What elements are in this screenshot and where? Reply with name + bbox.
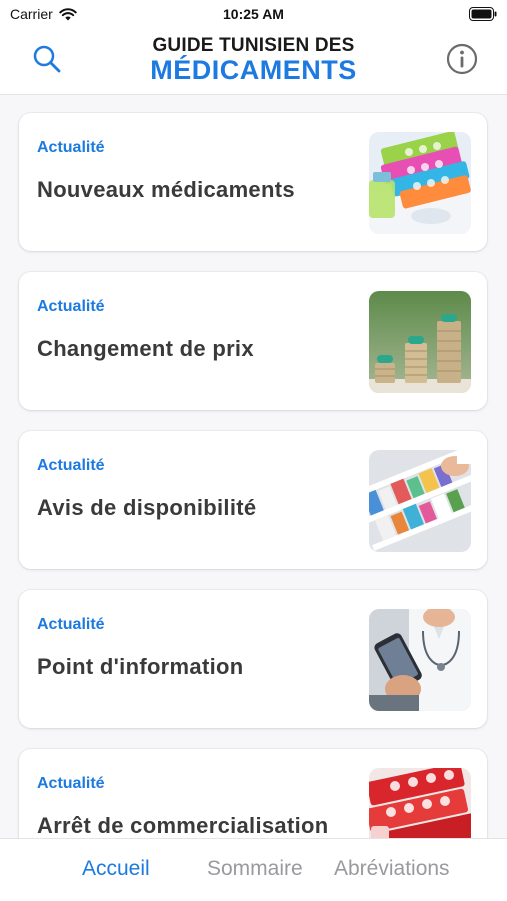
app-logo: GUIDE TUNISIEN DES MÉDICAMENTS [0, 35, 507, 85]
card-category: Actualité [37, 616, 105, 633]
card-thumbnail [369, 291, 471, 393]
news-card[interactable]: Actualité Point d'information [19, 590, 487, 728]
clock: 10:25 AM [223, 6, 284, 22]
card-title: Nouveaux médicaments [37, 177, 295, 202]
card-title: Avis de disponibilité [37, 495, 257, 520]
news-list[interactable]: Actualité Nouveaux médicaments Actualité… [0, 94, 507, 838]
card-category: Actualité [37, 775, 105, 792]
card-title: Changement de prix [37, 336, 254, 361]
tab-abreviations[interactable]: Abréviations [334, 857, 450, 881]
news-card[interactable]: Actualité Changement de prix [19, 272, 487, 410]
card-thumbnail [369, 450, 471, 552]
battery-icon [469, 7, 497, 21]
card-thumbnail [369, 768, 471, 838]
card-thumbnail [369, 609, 471, 711]
news-card[interactable]: Actualité Avis de disponibilité [19, 431, 487, 569]
card-title: Arrêt de commercialisation [37, 813, 329, 838]
card-category: Actualité [37, 139, 105, 156]
card-thumbnail [369, 132, 471, 234]
app-header: GUIDE TUNISIEN DES MÉDICAMENTS [0, 28, 507, 95]
tab-sommaire[interactable]: Sommaire [207, 857, 303, 881]
tab-accueil[interactable]: Accueil [82, 857, 150, 881]
tab-bar: Accueil Sommaire Abréviations [0, 838, 507, 901]
card-title: Point d'information [37, 654, 244, 679]
card-category: Actualité [37, 298, 105, 315]
news-card[interactable]: Actualité Arrêt de commercialisation [19, 749, 487, 838]
info-icon[interactable] [445, 42, 479, 76]
news-card[interactable]: Actualité Nouveaux médicaments [19, 113, 487, 251]
logo-line-1: GUIDE TUNISIEN DES [152, 35, 355, 56]
logo-line-2: MÉDICAMENTS [150, 55, 357, 85]
card-category: Actualité [37, 457, 105, 474]
status-bar: Carrier 10:25 AM [0, 0, 507, 28]
